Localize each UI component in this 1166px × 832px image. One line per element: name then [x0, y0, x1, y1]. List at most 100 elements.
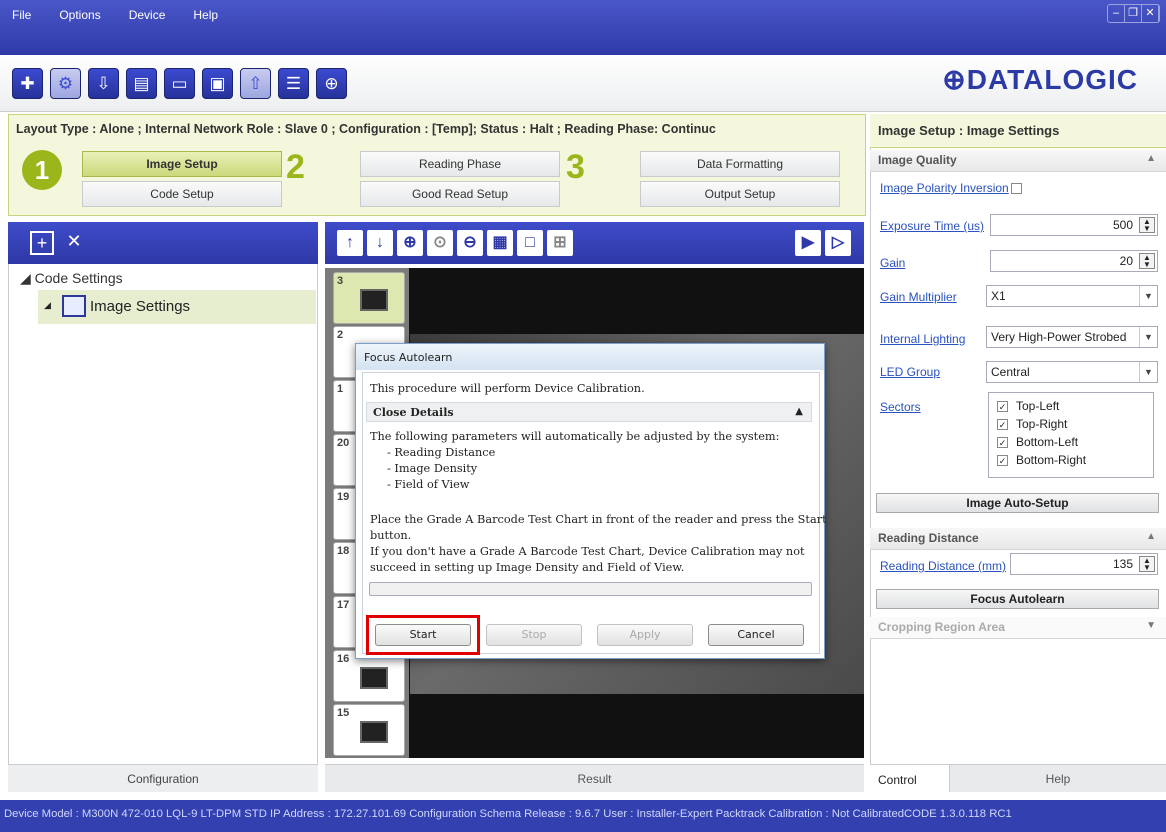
settings-icon[interactable]: ⚙ — [50, 68, 81, 99]
dialog-text: - Field of View — [387, 478, 470, 491]
image-auto-setup-button[interactable]: Image Auto-Setup — [876, 493, 1159, 513]
polarity-checkbox[interactable] — [1010, 183, 1022, 195]
grid-icon[interactable]: ⊞ — [547, 230, 573, 256]
led-group-label[interactable]: LED Group — [880, 365, 940, 379]
dialog-text: - Reading Distance — [387, 446, 496, 459]
reading-distance-input[interactable]: 135 ▲ ▼ — [1010, 553, 1158, 575]
menu-bar: File Options Device Help — [12, 8, 246, 22]
upload-device-icon[interactable]: ⇧ — [240, 68, 271, 99]
add-icon[interactable]: + — [30, 231, 54, 255]
restore-icon[interactable]: ❐ — [1125, 5, 1142, 22]
step-3-badge: 3 — [566, 148, 585, 186]
step-1-badge: 1 — [22, 150, 62, 190]
apply-button[interactable]: Apply — [597, 624, 693, 646]
play-icon[interactable]: ▶ — [795, 230, 821, 256]
cropping-region-section[interactable]: Cropping Region Area ▼ — [870, 617, 1166, 639]
tree-image-settings[interactable]: ◢ Image Settings — [38, 290, 316, 324]
minimize-icon[interactable]: – — [1108, 5, 1125, 22]
good-read-setup-button[interactable]: Good Read Setup — [360, 181, 560, 207]
reading-phase-button[interactable]: Reading Phase — [360, 151, 560, 177]
image-settings-icon — [62, 295, 86, 317]
sector-top-right-checkbox[interactable]: ✓ Top-Right — [997, 417, 1067, 431]
result-tab[interactable]: Result — [325, 764, 864, 792]
fit-window-icon[interactable]: □ — [517, 230, 543, 256]
zoom-in-icon[interactable]: ⊕ — [397, 230, 423, 256]
close-details-toggle[interactable]: Close Details ▲ — [366, 402, 812, 422]
chevron-up-icon: ▲ — [1146, 531, 1156, 542]
gain-input[interactable]: 20 ▲ ▼ — [990, 250, 1158, 272]
configuration-tab[interactable]: Configuration — [8, 764, 318, 792]
spinner-icon: ▲ ▼ — [1139, 217, 1155, 233]
chevron-down-icon: ▼ — [1146, 620, 1156, 631]
start-highlight-box — [366, 615, 480, 655]
menu-device[interactable]: Device — [129, 8, 166, 22]
chevron-down-icon: ▼ — [1139, 286, 1157, 306]
layout-status-line: Layout Type : Alone ; Internal Network R… — [16, 122, 716, 136]
sectors-label[interactable]: Sectors — [880, 400, 921, 414]
dialog-title: Focus Autolearn — [356, 344, 824, 370]
open-file-icon[interactable]: ▭ — [164, 68, 195, 99]
led-group-select[interactable]: Central ▼ — [986, 361, 1158, 383]
control-tab[interactable]: Control — [870, 764, 950, 792]
arrow-up-icon[interactable]: ↑ — [337, 230, 363, 256]
connect-icon[interactable]: ✚ — [12, 68, 43, 99]
spinner-icon: ▲ ▼ — [1139, 253, 1155, 269]
internal-lighting-select[interactable]: Very High-Power Strobed ▼ — [986, 326, 1158, 348]
gain-multiplier-label[interactable]: Gain Multiplier — [880, 290, 957, 304]
output-setup-button[interactable]: Output Setup — [640, 181, 840, 207]
code-setup-button[interactable]: Code Setup — [82, 181, 282, 207]
dialog-text: succeed in setting up Image Density and … — [370, 561, 685, 574]
sectors-list: ✓ Top-Left ✓ Top-Right ✓ Bottom-Left ✓ Botto… — [988, 392, 1154, 478]
sector-bottom-left-checkbox[interactable]: ✓ Bottom-Left — [997, 435, 1078, 449]
arrow-down-icon[interactable]: ↓ — [367, 230, 393, 256]
crosshair-icon[interactable]: ⊕ — [316, 68, 347, 99]
gain-label[interactable]: Gain — [880, 256, 905, 270]
step-2-badge: 2 — [286, 148, 305, 186]
tree-code-settings[interactable]: ◢ Code Settings — [20, 270, 123, 287]
zoom-out-icon[interactable]: ⊖ — [457, 230, 483, 256]
reading-distance-section[interactable]: Reading Distance ▲ — [870, 528, 1166, 550]
help-tab[interactable]: Help — [950, 764, 1166, 792]
reading-distance-label[interactable]: Reading Distance (mm) — [880, 559, 1006, 573]
datalogic-logo: ⊕DATALOGIC — [942, 64, 1138, 95]
menu-options[interactable]: Options — [59, 8, 100, 22]
chevron-up-icon: ▲ — [795, 406, 803, 417]
chevron-up-icon: ▲ — [1146, 153, 1156, 164]
monitor-icon[interactable]: ☰ — [278, 68, 309, 99]
menu-help[interactable]: Help — [193, 8, 218, 22]
dialog-text: The following parameters will automatica… — [370, 430, 780, 443]
image-polarity-label[interactable]: Image Polarity Inversion — [880, 181, 1022, 195]
image-quality-section[interactable]: Image Quality ▲ — [870, 150, 1166, 172]
internal-lighting-label[interactable]: Internal Lighting — [880, 332, 965, 346]
menu-file[interactable]: File — [12, 8, 31, 22]
data-formatting-button[interactable]: Data Formatting — [640, 151, 840, 177]
zoom-100-icon[interactable]: ⊙ — [427, 230, 453, 256]
delete-icon[interactable]: ✕ — [62, 231, 86, 255]
spinner-icon: ▲ ▼ — [1139, 556, 1155, 572]
cancel-button[interactable]: Cancel — [708, 624, 804, 646]
window-controls: – ❐ ✕ — [1107, 4, 1160, 23]
image-setup-button[interactable]: Image Setup — [82, 151, 282, 177]
step-play-icon[interactable]: ▷ — [825, 230, 851, 256]
exposure-time-input[interactable]: 500 ▲ ▼ — [990, 214, 1158, 236]
properties-title: Image Setup : Image Settings — [870, 114, 1166, 148]
save-image-icon[interactable]: ▦ — [487, 230, 513, 256]
close-icon[interactable]: ✕ — [1142, 5, 1159, 22]
dialog-text: - Image Density — [387, 462, 478, 475]
tree-image-settings-label: Image Settings — [90, 298, 191, 315]
focus-autolearn-button[interactable]: Focus Autolearn — [876, 589, 1159, 609]
chevron-down-icon: ▼ — [1139, 327, 1157, 347]
dialog-text: Place the Grade A Barcode Test Chart in … — [370, 513, 827, 526]
configuration-toolbar: + ✕ — [8, 222, 318, 264]
sector-bottom-right-checkbox[interactable]: ✓ Bottom-Right — [997, 453, 1086, 467]
thumbnail[interactable]: 3 — [333, 272, 405, 324]
exposure-time-label[interactable]: Exposure Time (us) — [880, 219, 984, 233]
thumbnail[interactable]: 15 — [333, 704, 405, 756]
status-bar: Device Model : M300N 472-010 LQL-9 LT-DP… — [0, 800, 1166, 832]
download-device-icon[interactable]: ⇩ — [88, 68, 119, 99]
save-file-icon[interactable]: ▣ — [202, 68, 233, 99]
gain-multiplier-select[interactable]: X1 ▼ — [986, 285, 1158, 307]
save-device-icon[interactable]: ▤ — [126, 68, 157, 99]
sector-top-left-checkbox[interactable]: ✓ Top-Left — [997, 399, 1059, 413]
stop-button[interactable]: Stop — [486, 624, 582, 646]
